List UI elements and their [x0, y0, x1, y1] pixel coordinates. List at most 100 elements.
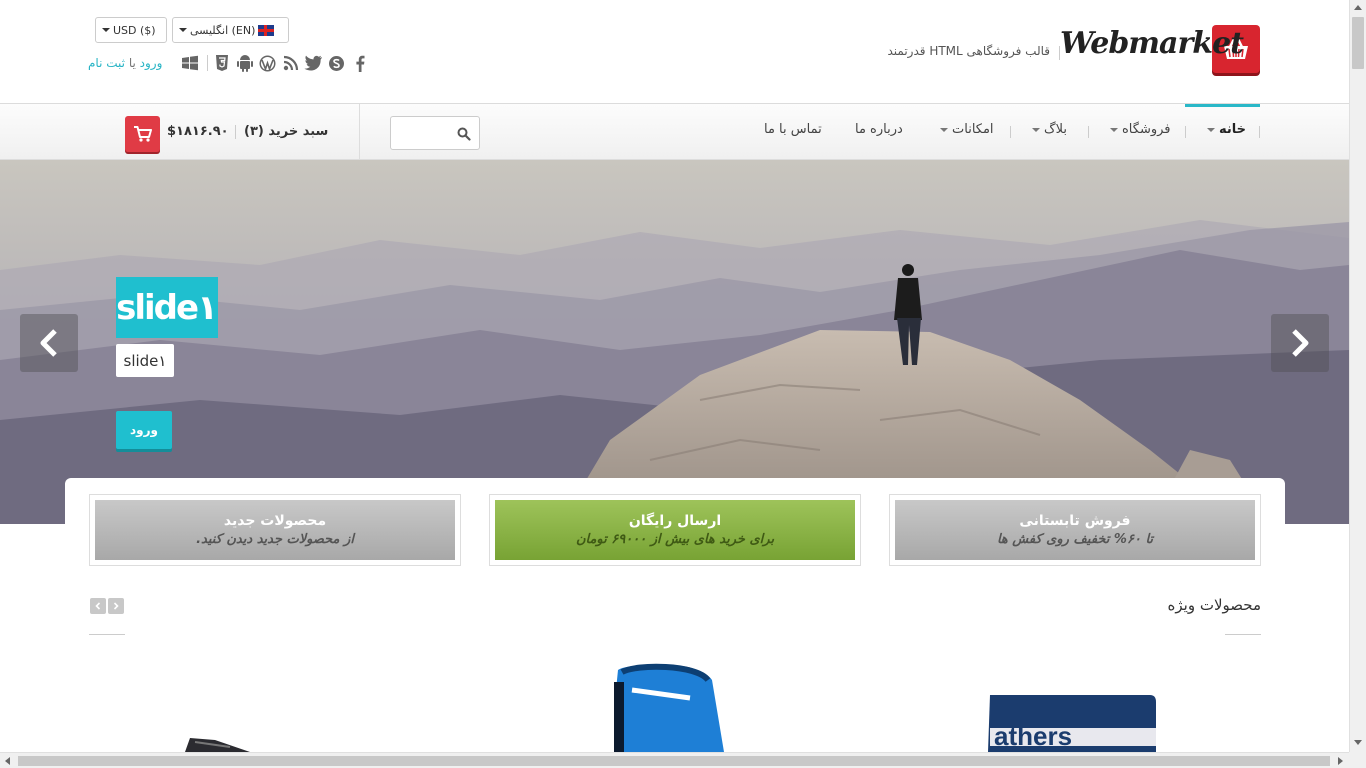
promo-text: برای خرید های بیش از ۶۹۰۰۰ تومان — [575, 532, 775, 547]
product-image-wallet[interactable]: athers — [988, 695, 1156, 752]
search-icon[interactable] — [457, 126, 471, 145]
slide-subtitle: slide۱ — [116, 344, 174, 377]
nav-divider — [1010, 126, 1011, 138]
language-select[interactable]: انگلیسی (EN) — [172, 17, 289, 43]
nav-divider — [1185, 126, 1186, 138]
promo-title: فروش تابستانی — [1019, 513, 1131, 529]
vertical-scrollbar[interactable] — [1349, 0, 1366, 752]
nav-divider — [1259, 126, 1260, 138]
slider-next-button[interactable] — [1271, 314, 1329, 372]
chevron-down-icon — [940, 127, 948, 132]
cart-label[interactable]: سبد خرید (۳) — [244, 124, 328, 139]
hero-slider: slide۱ slide۱ ورود — [0, 160, 1349, 524]
page: Webmarket قالب فروشگاهی HTML قدرتمند انگ… — [0, 0, 1366, 768]
uk-flag-icon — [258, 24, 275, 36]
search-input[interactable] — [395, 121, 455, 145]
nav-item-shop[interactable]: فروشگاه — [1110, 122, 1171, 137]
promo-text: از محصولات جدید دیدن کنید. — [196, 532, 354, 547]
skype-icon[interactable] — [327, 54, 346, 72]
nav-item-label: خانه — [1219, 122, 1247, 137]
language-label: انگلیسی (EN) — [190, 23, 256, 37]
nav-item-home[interactable]: خانه — [1207, 122, 1246, 137]
cart-icon — [133, 126, 152, 142]
scroll-right-icon[interactable] — [1338, 757, 1343, 765]
logo-text[interactable]: Webmarket — [1060, 26, 1244, 61]
nav-item-label: درباره ما — [855, 122, 903, 137]
product-images: athers — [185, 663, 1156, 752]
chevron-right-icon — [1292, 329, 1309, 357]
register-link[interactable]: ثبت نام — [88, 56, 125, 70]
promo-section: فروش تابستانی تا ۶۰% تخفیف روی کفش ها ار… — [65, 478, 1285, 578]
scroll-down-icon[interactable] — [1354, 740, 1362, 745]
featured-title: محصولات ویژه — [1167, 596, 1261, 614]
featured-prev-button[interactable] — [90, 598, 106, 614]
nav-item-label: فروشگاه — [1122, 122, 1171, 137]
scroll-left-icon[interactable] — [5, 757, 10, 765]
cart-divider — [235, 125, 236, 139]
chevron-down-icon — [102, 28, 110, 32]
wordpress-icon[interactable] — [258, 54, 277, 72]
horizontal-scrollbar[interactable] — [0, 752, 1349, 768]
promo-banner: محصولات جدید از محصولات جدید دیدن کنید. — [95, 500, 455, 560]
featured-next-button[interactable] — [108, 598, 124, 614]
nav-item-about[interactable]: درباره ما — [855, 122, 903, 137]
android-icon[interactable] — [235, 54, 254, 72]
slide-enter-button[interactable]: ورود — [116, 411, 172, 449]
nav-item-label: امکانات — [952, 122, 994, 137]
currency-select[interactable]: USD ($) — [95, 17, 167, 43]
chevron-down-icon — [1032, 127, 1040, 132]
chevron-left-icon — [95, 602, 101, 610]
facebook-icon[interactable] — [350, 54, 369, 72]
svg-text:athers: athers — [994, 721, 1072, 751]
slider-prev-button[interactable] — [20, 314, 78, 372]
slide-title: slide۱ — [116, 277, 220, 338]
scrollbar-corner — [1349, 752, 1366, 768]
site-tagline: قالب فروشگاهی HTML قدرتمند — [860, 44, 1060, 60]
nav-item-features[interactable]: امکانات — [940, 122, 994, 137]
chevron-down-icon — [179, 28, 187, 32]
cart-total: $۱۸۱۶.۹۰ — [167, 124, 229, 139]
divider — [207, 55, 208, 71]
main-navbar: خانه فروشگاه بلاگ امکانات درباره ما تماس… — [0, 104, 1349, 160]
chevron-down-icon — [1110, 127, 1118, 132]
scrollbar-thumb[interactable] — [18, 756, 1330, 766]
promo-summer-sale[interactable]: فروش تابستانی تا ۶۰% تخفیف روی کفش ها — [889, 494, 1261, 566]
login-link[interactable]: ورود — [140, 56, 163, 70]
chevron-right-icon — [113, 602, 119, 610]
promo-title: محصولات جدید — [223, 513, 327, 529]
slider-background-image — [0, 160, 1349, 524]
promo-new-products[interactable]: محصولات جدید از محصولات جدید دیدن کنید. — [89, 494, 461, 566]
promo-text: تا ۶۰% تخفیف روی کفش ها — [996, 532, 1154, 547]
divider — [1225, 634, 1261, 635]
currency-label: USD ($) — [113, 23, 156, 37]
product-image-backpack[interactable] — [614, 663, 724, 752]
nav-active-indicator — [1185, 104, 1260, 107]
promo-banner: فروش تابستانی تا ۶۰% تخفیف روی کفش ها — [895, 500, 1255, 560]
rss-icon[interactable] — [281, 54, 300, 72]
chevron-down-icon — [1207, 127, 1215, 132]
promo-banner: ارسال رایگان برای خرید های بیش از ۶۹۰۰۰ … — [495, 500, 855, 560]
windows-icon[interactable] — [180, 54, 199, 72]
search-box — [390, 116, 480, 150]
divider — [89, 634, 125, 635]
nav-item-blog[interactable]: بلاگ — [1032, 122, 1067, 137]
promo-title: ارسال رایگان — [628, 513, 722, 529]
navbar-divider — [359, 104, 360, 160]
social-icons — [180, 54, 369, 72]
login-or-text: یا — [128, 56, 136, 70]
nav-item-label: بلاگ — [1044, 122, 1068, 137]
chevron-left-icon — [40, 329, 57, 357]
top-header: Webmarket قالب فروشگاهی HTML قدرتمند انگ… — [0, 0, 1349, 104]
html5-icon[interactable] — [212, 54, 231, 72]
scrollbar-thumb[interactable] — [1352, 17, 1364, 69]
product-image-shoe[interactable] — [185, 738, 250, 752]
nav-divider — [1088, 126, 1089, 138]
promo-free-shipping[interactable]: ارسال رایگان برای خرید های بیش از ۶۹۰۰۰ … — [489, 494, 861, 566]
scroll-up-icon[interactable] — [1354, 5, 1362, 10]
twitter-icon[interactable] — [304, 54, 323, 72]
nav-item-contact[interactable]: تماس با ما — [764, 122, 822, 137]
login-links: ورود یا ثبت نام — [88, 56, 162, 70]
featured-products: athers — [0, 650, 1349, 752]
cart-button[interactable] — [125, 116, 160, 152]
nav-item-label: تماس با ما — [764, 122, 822, 137]
